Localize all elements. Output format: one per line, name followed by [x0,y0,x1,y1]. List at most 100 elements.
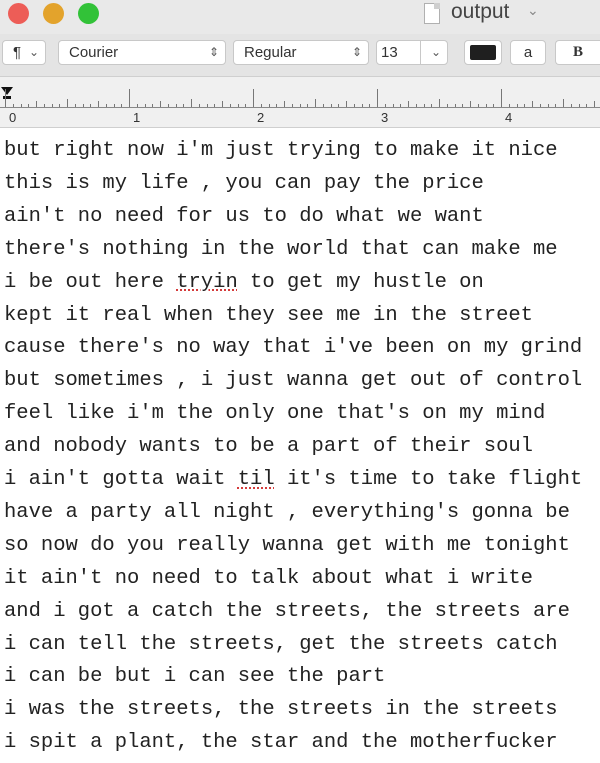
text-line: have a party all night , everything's go… [4,496,570,529]
text-line: but right now i'm just trying to make it… [4,134,558,167]
tab-stop-marker[interactable] [1,87,13,95]
ruler-tick [175,104,177,107]
ruler-tick [167,104,169,107]
ruler-tick [431,104,433,107]
text-segment: i can be but i can see the part [4,665,386,689]
ruler-tick [5,89,6,107]
document-icon [424,3,440,24]
text-line: i was the streets, the streets in the st… [4,693,558,726]
font-size-combo[interactable]: 13 ⌄ [376,40,448,65]
font-family-select[interactable]: Courier ⇕ [58,40,226,65]
ruler-tick [307,104,309,107]
highlight-button[interactable]: a [510,40,546,65]
ruler-tick [470,101,471,107]
text-segment: feel like i'm the only one that's on my … [4,402,546,426]
ruler-tick [415,104,417,107]
zoom-button[interactable] [78,3,99,24]
text-line: i can tell the streets, get the streets … [4,628,558,661]
ruler-tick [477,104,479,107]
ruler-baseline [0,107,600,108]
text-line: i can be but i can see the part [4,660,385,693]
ruler-tick [268,104,270,107]
ruler-tick [144,104,146,107]
ruler-tick [28,104,30,107]
bold-button[interactable]: B [555,40,600,65]
text-segment: but sometimes , i just wanna get out of … [4,369,583,393]
chevron-down-icon[interactable]: ⌄ [431,41,441,64]
ruler-tick [74,104,76,107]
ruler-number: 4 [505,110,513,125]
text-color-well[interactable] [464,40,502,65]
ruler-tick [237,104,239,107]
text-segment: i was the streets, the streets in the st… [4,698,558,722]
ruler-tick [392,104,394,107]
text-segment: and i got a catch the streets, the stree… [4,599,570,623]
ruler-tick [408,101,409,107]
text-line: and nobody wants to be a part of their s… [4,430,533,463]
ruler-number: 2 [257,110,265,125]
text-segment: i ain't gotta wait [4,468,238,491]
text-color-swatch [470,45,496,60]
text-segment: it ain't no need to talk about what i wr… [4,566,533,590]
ruler-tick [183,104,185,107]
up-down-arrows-icon: ⇕ [351,45,362,59]
text-line: feel like i'm the only one that's on my … [4,397,545,430]
window-title[interactable]: output [451,0,509,24]
paragraph-style-button[interactable]: ¶ ⌄ [2,40,46,65]
ruler-tick [20,104,22,107]
text-line: ain't no need for us to do what we want [4,200,484,233]
ruler-tick [51,104,53,107]
divider [420,41,421,64]
ruler-tick [516,104,518,107]
ruler-tick [129,89,130,107]
ruler-tick [524,104,526,107]
ruler-tick [198,104,200,107]
text-segment: there's nothing in the world that can ma… [4,237,558,261]
ruler-tick [501,89,502,107]
ruler-tick [90,104,92,107]
ruler-tick [563,99,564,107]
ruler-tick [191,99,192,107]
ruler-tick [291,104,293,107]
text-line: but sometimes , i just wanna get out of … [4,364,582,397]
minimize-button[interactable] [43,3,64,24]
text-segment: it's time to take flight [274,468,583,491]
text-segment: so now do you really wanna get with me t… [4,533,570,557]
ruler-tick [493,104,495,107]
ruler-tick [485,104,487,107]
highlight-label: a [523,44,533,61]
ruler-tick [346,101,347,107]
ruler-tick [284,101,285,107]
ruler-tick [121,104,123,107]
ruler-tick [555,104,557,107]
text-line: cause there's no way that i've been on m… [4,331,582,364]
ruler-tick [539,104,541,107]
text-line: this is my life , you can pay the price [4,167,484,200]
font-size-value[interactable]: 13 [381,41,398,64]
document-text-area[interactable]: but right now i'm just trying to make it… [0,128,600,763]
ruler[interactable]: 0 1 2 3 4 [0,77,600,128]
font-style-select[interactable]: Regular ⇕ [233,40,369,65]
paragraph-icon: ¶ [13,44,22,61]
ruler-tick [315,99,316,107]
font-style-value: Regular [244,44,297,61]
text-segment: i spit a plant, the star and the motherf… [4,731,558,755]
text-segment: have a party all night , everything's go… [4,500,570,524]
chevron-down-icon[interactable]: ⌄ [527,2,539,19]
close-button[interactable] [8,3,29,24]
text-line: it ain't no need to talk about what i wr… [4,562,533,595]
title-bar: output ⌄ [0,0,600,34]
text-segment: ain't no need for us to do what we want [4,204,484,228]
ruler-tick [43,104,45,107]
ruler-tick [377,89,378,107]
ruler-tick [105,104,107,107]
ruler-tick [384,104,386,107]
ruler-tick [439,99,440,107]
ruler-tick [136,104,138,107]
ruler-tick [586,104,588,107]
text-segment: to get my hustle on [237,270,484,294]
ruler-tick [245,104,247,107]
misspelled-word: tryin [176,270,238,294]
text-segment: and nobody wants to be a part of their s… [4,435,533,459]
text-segment: but right now i'm just trying to make it… [4,139,558,162]
